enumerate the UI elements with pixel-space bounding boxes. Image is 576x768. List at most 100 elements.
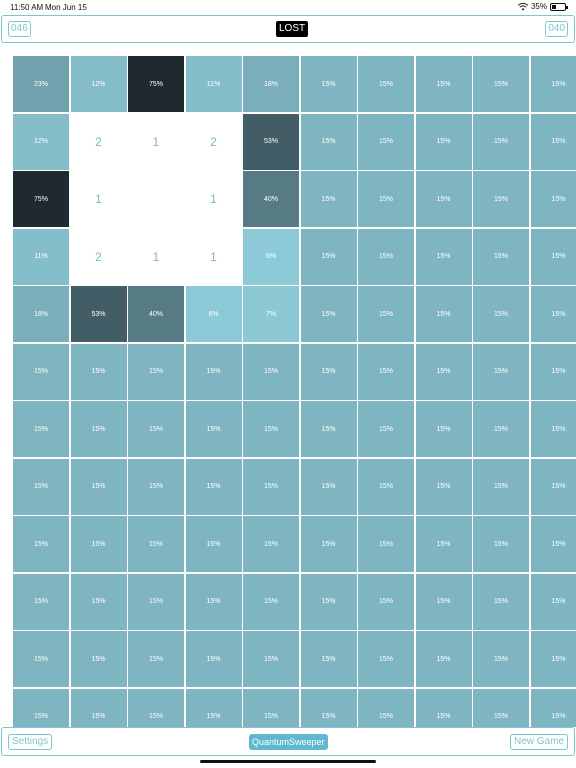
revealed-cell[interactable]: 2 bbox=[70, 113, 127, 170]
probability-cell[interactable]: 12% bbox=[13, 113, 69, 170]
probability-cell[interactable]: 15% bbox=[70, 516, 127, 572]
probability-cell[interactable]: 15% bbox=[473, 516, 529, 572]
probability-cell[interactable]: 53% bbox=[243, 113, 299, 170]
probability-cell[interactable]: 15% bbox=[530, 401, 576, 457]
app-title-button[interactable]: QuantumSweeper bbox=[249, 734, 328, 750]
probability-cell[interactable]: 7% bbox=[243, 286, 299, 342]
probability-cell[interactable]: 15% bbox=[243, 458, 299, 515]
probability-cell[interactable]: 15% bbox=[300, 286, 357, 342]
probability-cell[interactable]: 15% bbox=[415, 516, 472, 572]
probability-cell[interactable]: 18% bbox=[243, 56, 299, 112]
settings-button[interactable]: Settings bbox=[8, 734, 53, 750]
probability-cell[interactable]: 15% bbox=[13, 458, 69, 515]
probability-cell[interactable]: 40% bbox=[243, 171, 299, 227]
probability-cell[interactable]: 15% bbox=[300, 56, 357, 112]
probability-cell[interactable]: 15% bbox=[358, 56, 414, 112]
probability-cell[interactable]: 15% bbox=[300, 401, 357, 457]
probability-cell[interactable]: 15% bbox=[415, 343, 472, 400]
probability-cell[interactable]: 15% bbox=[300, 688, 357, 727]
probability-cell[interactable]: 15% bbox=[13, 401, 69, 457]
probability-cell[interactable]: 15% bbox=[185, 573, 242, 630]
probability-cell[interactable]: 75% bbox=[128, 56, 184, 112]
probability-cell[interactable]: 15% bbox=[185, 458, 242, 515]
probability-cell[interactable]: 15% bbox=[70, 343, 127, 400]
probability-cell[interactable]: 15% bbox=[358, 458, 414, 515]
revealed-cell[interactable]: 2 bbox=[70, 228, 127, 285]
probability-cell[interactable]: 15% bbox=[530, 516, 576, 572]
probability-cell[interactable]: 15% bbox=[70, 688, 127, 727]
probability-cell[interactable]: 15% bbox=[185, 343, 242, 400]
probability-cell[interactable]: 15% bbox=[243, 343, 299, 400]
probability-cell[interactable]: 15% bbox=[13, 516, 69, 572]
probability-cell[interactable]: 15% bbox=[185, 401, 242, 457]
revealed-cell[interactable]: 1 bbox=[128, 228, 184, 285]
revealed-cell[interactable]: 2 bbox=[185, 113, 242, 170]
probability-cell[interactable]: 15% bbox=[185, 688, 242, 727]
probability-cell[interactable]: 6% bbox=[185, 286, 242, 342]
probability-cell[interactable]: 15% bbox=[358, 516, 414, 572]
probability-cell[interactable]: 15% bbox=[473, 631, 529, 687]
probability-cell[interactable]: 15% bbox=[415, 56, 472, 112]
revealed-cell[interactable]: 1 bbox=[185, 171, 242, 227]
probability-cell[interactable]: 15% bbox=[358, 688, 414, 727]
probability-cell[interactable]: 53% bbox=[70, 286, 127, 342]
probability-cell[interactable]: 15% bbox=[70, 573, 127, 630]
probability-cell[interactable]: 15% bbox=[415, 228, 472, 285]
probability-cell[interactable]: 15% bbox=[473, 56, 529, 112]
probability-cell[interactable]: 11% bbox=[13, 228, 69, 285]
probability-cell[interactable]: 15% bbox=[473, 286, 529, 342]
probability-cell[interactable]: 15% bbox=[358, 286, 414, 342]
probability-cell[interactable]: 15% bbox=[300, 113, 357, 170]
probability-cell[interactable]: 15% bbox=[473, 113, 529, 170]
probability-cell[interactable]: 6% bbox=[243, 228, 299, 285]
probability-cell[interactable]: 15% bbox=[530, 631, 576, 687]
probability-cell[interactable]: 15% bbox=[13, 631, 69, 687]
probability-cell[interactable]: 15% bbox=[473, 401, 529, 457]
probability-cell[interactable]: 15% bbox=[358, 631, 414, 687]
probability-cell[interactable]: 15% bbox=[530, 113, 576, 170]
probability-cell[interactable]: 15% bbox=[358, 343, 414, 400]
probability-cell[interactable]: 15% bbox=[13, 573, 69, 630]
revealed-cell[interactable]: 1 bbox=[185, 228, 242, 285]
probability-cell[interactable]: 15% bbox=[70, 401, 127, 457]
probability-cell[interactable]: 23% bbox=[13, 56, 69, 112]
probability-cell[interactable]: 15% bbox=[530, 171, 576, 227]
probability-cell[interactable]: 15% bbox=[530, 56, 576, 112]
probability-cell[interactable]: 15% bbox=[128, 401, 184, 457]
revealed-cell[interactable]: 1 bbox=[128, 113, 184, 170]
revealed-cell[interactable]: 1 bbox=[70, 171, 127, 227]
probability-cell[interactable]: 15% bbox=[358, 171, 414, 227]
probability-cell[interactable]: 15% bbox=[128, 343, 184, 400]
probability-cell[interactable]: 15% bbox=[473, 688, 529, 727]
probability-cell[interactable]: 15% bbox=[415, 573, 472, 630]
probability-cell[interactable]: 15% bbox=[473, 171, 529, 227]
probability-cell[interactable]: 15% bbox=[300, 171, 357, 227]
probability-cell[interactable]: 15% bbox=[415, 286, 472, 342]
probability-cell[interactable]: 15% bbox=[243, 573, 299, 630]
probability-cell[interactable]: 15% bbox=[530, 573, 576, 630]
probability-cell[interactable]: 15% bbox=[415, 631, 472, 687]
probability-cell[interactable]: 15% bbox=[128, 573, 184, 630]
probability-cell[interactable]: 15% bbox=[300, 573, 357, 630]
probability-cell[interactable]: 15% bbox=[128, 631, 184, 687]
probability-cell[interactable]: 18% bbox=[13, 286, 69, 342]
probability-cell[interactable]: 15% bbox=[185, 631, 242, 687]
probability-cell[interactable]: 11% bbox=[185, 56, 242, 112]
probability-cell[interactable]: 15% bbox=[358, 113, 414, 170]
probability-cell[interactable]: 15% bbox=[13, 688, 69, 727]
probability-cell[interactable]: 75% bbox=[13, 171, 69, 227]
probability-cell[interactable]: 15% bbox=[70, 458, 127, 515]
board-viewport[interactable]: 23% 12% 75% 11% 18% 15% 15% 15% 15% 15% 12% 2 1 2 53% 1… bbox=[13, 56, 576, 727]
revealed-cell[interactable] bbox=[128, 171, 184, 227]
probability-cell[interactable]: 15% bbox=[243, 631, 299, 687]
probability-cell[interactable]: 15% bbox=[300, 631, 357, 687]
probability-cell[interactable]: 15% bbox=[243, 516, 299, 572]
probability-cell[interactable]: 15% bbox=[473, 458, 529, 515]
probability-cell[interactable]: 40% bbox=[128, 286, 184, 342]
probability-cell[interactable]: 15% bbox=[473, 343, 529, 400]
probability-cell[interactable]: 15% bbox=[530, 286, 576, 342]
probability-cell[interactable]: 15% bbox=[473, 228, 529, 285]
probability-cell[interactable]: 15% bbox=[128, 516, 184, 572]
probability-cell[interactable]: 15% bbox=[358, 228, 414, 285]
new-game-button[interactable]: New Game bbox=[509, 734, 568, 750]
